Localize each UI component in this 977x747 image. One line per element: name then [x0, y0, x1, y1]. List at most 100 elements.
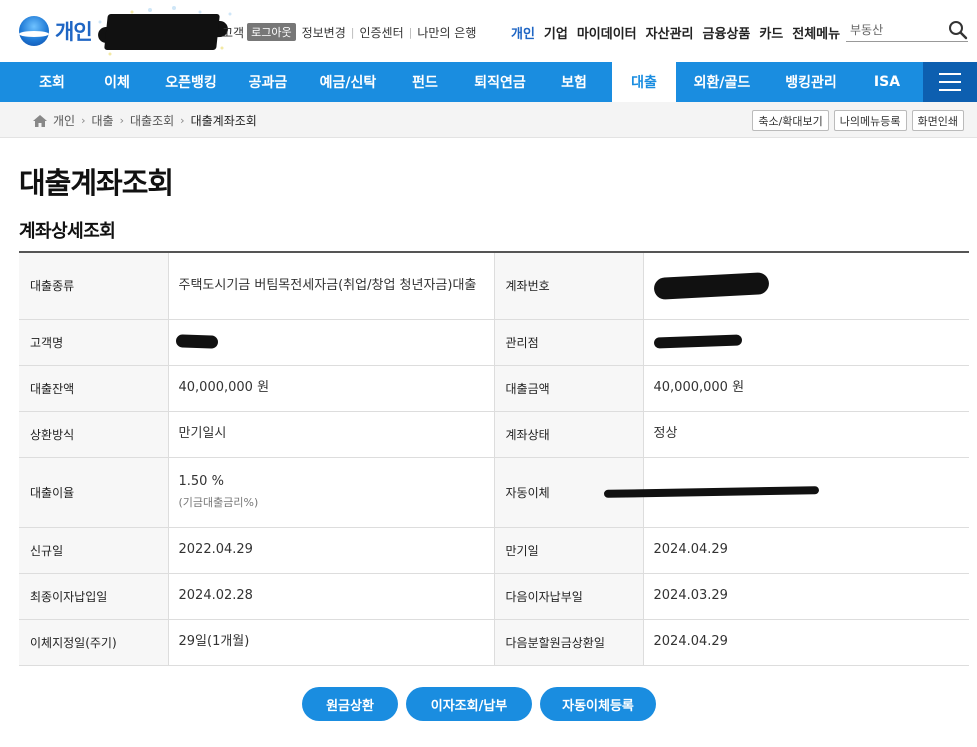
open-date-value: 2022.04.29: [168, 527, 495, 574]
cert-center-link[interactable]: 인증센터: [359, 24, 403, 41]
account-number-label: 계좌번호: [494, 252, 644, 320]
my-bank-link[interactable]: 나만의 은행: [417, 24, 476, 41]
account-status-label: 계좌상태: [494, 411, 644, 458]
search-input[interactable]: [846, 22, 942, 37]
logout-button[interactable]: 로그아웃: [247, 23, 296, 41]
divider: |: [350, 25, 355, 39]
breadcrumb-item[interactable]: 대출조회: [130, 112, 174, 129]
breadcrumb-item[interactable]: 개인: [53, 112, 75, 129]
table-row: 이체지정일(주기) 29일(1개월) 다음분할원금상환일 2024.04.29: [19, 619, 969, 666]
interest-rate-cell: 1.50 % (기금대출금리%): [168, 457, 495, 528]
table-row: 고객명 관리점: [19, 319, 969, 366]
table-row: 신규일 2022.04.29 만기일 2024.04.29: [19, 527, 969, 574]
global-nav: 조회 이체 오픈뱅킹 공과금 예금/신탁 펀드 퇴직연금 보험 대출 외환/골드…: [0, 62, 977, 102]
transfer-day-value: 29일(1개월): [168, 619, 495, 666]
page-title: 대출계좌조회: [19, 166, 174, 200]
profile-edit-link[interactable]: 정보변경: [302, 24, 346, 41]
nav-item-isa[interactable]: ISA: [854, 62, 920, 102]
loan-balance-label: 대출잔액: [19, 365, 169, 412]
repay-method-label: 상환방식: [19, 411, 169, 458]
main-link-mydata[interactable]: 마이데이터: [577, 23, 637, 42]
main-link-personal[interactable]: 개인: [511, 23, 535, 42]
last-interest-date-value: 2024.02.28: [168, 573, 495, 620]
open-date-label: 신규일: [19, 527, 169, 574]
table-row: 대출잔액 40,000,000 원 대출금액 40,000,000 원: [19, 365, 969, 412]
table-row: 상환방식 만기일시 계좌상태 정상: [19, 411, 969, 458]
account-detail-table: 대출종류 주택도시기금 버팀목전세자금(취업/창업 청년자금)대출 계좌번호 고…: [19, 251, 969, 666]
nav-item-inquiry[interactable]: 조회: [16, 62, 88, 102]
table-row: 대출이율 1.50 % (기금대출금리%) 자동이체: [19, 457, 969, 528]
chevron-right-icon: ›: [81, 114, 86, 127]
nav-item-loan[interactable]: 대출: [612, 62, 676, 102]
loan-type-label: 대출종류: [19, 252, 169, 320]
redacted-user-box: [104, 14, 220, 50]
zoom-toggle-button[interactable]: 축소/확대보기: [752, 110, 829, 131]
interest-inquiry-button[interactable]: 이자조회/납부: [406, 687, 532, 721]
divider: |: [408, 25, 413, 39]
main-link-corporate[interactable]: 기업: [544, 23, 568, 42]
redacted-branch-name: [653, 334, 742, 349]
page-tool-buttons: 축소/확대보기 나의메뉴등록 화면인쇄: [747, 110, 964, 131]
breadcrumb-bar: 개인 › 대출 › 대출조회 › 대출계좌조회 축소/확대보기 나의메뉴등록 화…: [0, 102, 977, 138]
home-icon[interactable]: [32, 114, 48, 128]
branch-value: [643, 319, 969, 366]
main-link-card[interactable]: 카드: [759, 23, 783, 42]
interest-rate-label: 대출이율: [19, 457, 169, 528]
search-box: [846, 18, 968, 42]
logo-text: 개인: [55, 20, 93, 44]
table-row: 대출종류 주택도시기금 버팀목전세자금(취업/창업 청년자금)대출 계좌번호: [19, 252, 969, 320]
branch-label: 관리점: [494, 319, 644, 366]
chevron-right-icon: ›: [180, 114, 185, 127]
logo-emblem-icon: [19, 16, 49, 46]
search-icon[interactable]: [948, 20, 968, 40]
auto-transfer-value: [603, 457, 969, 528]
last-interest-date-label: 최종이자납입일: [19, 573, 169, 620]
chevron-right-icon: ›: [119, 114, 124, 127]
nav-item-openbanking[interactable]: 오픈뱅킹: [146, 62, 236, 102]
main-link-products[interactable]: 금융상품: [703, 23, 751, 42]
redacted-account-number: [653, 271, 769, 300]
auto-transfer-register-button[interactable]: 자동이체등록: [540, 687, 656, 721]
util-partial-text: 고객: [222, 25, 245, 40]
loan-type-value: 주택도시기금 버팀목전세자금(취업/창업 청년자금)대출: [168, 252, 495, 320]
nav-item-fund[interactable]: 펀드: [396, 62, 454, 102]
bank-logo[interactable]: 개인: [19, 16, 93, 46]
next-principal-date-label: 다음분할원금상환일: [494, 619, 644, 666]
maturity-date-label: 만기일: [494, 527, 644, 574]
print-screen-button[interactable]: 화면인쇄: [911, 110, 964, 131]
loan-amount-value: 40,000,000 원: [643, 365, 969, 412]
principal-repay-button[interactable]: 원금상환: [302, 687, 398, 721]
hamburger-menu-icon[interactable]: [923, 62, 977, 102]
redacted-customer-name: [175, 334, 218, 349]
loan-balance-value: 40,000,000 원: [168, 365, 495, 412]
nav-item-deposit[interactable]: 예금/신탁: [300, 62, 396, 102]
nav-item-banking-mgmt[interactable]: 뱅킹관리: [768, 62, 854, 102]
nav-item-insurance[interactable]: 보험: [546, 62, 602, 102]
account-number-value: [643, 252, 969, 320]
next-principal-date-value: 2024.04.29: [643, 619, 969, 666]
nav-item-transfer[interactable]: 이체: [88, 62, 146, 102]
next-interest-date-value: 2024.03.29: [643, 573, 969, 620]
interest-rate-value: 1.50 %: [178, 473, 224, 489]
next-interest-date-label: 다음이자납부일: [494, 573, 644, 620]
top-header: 개인 고객 로그아웃 정보변경 | 인증센터 | 나만의 은행 개인 기업 마이…: [0, 0, 977, 62]
add-my-menu-button[interactable]: 나의메뉴등록: [833, 110, 907, 131]
main-link-all-menu[interactable]: 전체메뉴: [792, 23, 840, 42]
nav-item-pension[interactable]: 퇴직연금: [454, 62, 546, 102]
breadcrumb: 개인 › 대출 › 대출조회 › 대출계좌조회: [32, 112, 257, 129]
customer-name-value: [168, 319, 495, 366]
breadcrumb-current: 대출계좌조회: [190, 114, 257, 128]
transfer-day-label: 이체지정일(주기): [19, 619, 169, 666]
table-row: 최종이자납입일 2024.02.28 다음이자납부일 2024.03.29: [19, 573, 969, 620]
account-status-value: 정상: [643, 411, 969, 458]
breadcrumb-item[interactable]: 대출: [92, 112, 114, 129]
main-link-asset[interactable]: 자산관리: [646, 23, 694, 42]
loan-amount-label: 대출금액: [494, 365, 644, 412]
nav-item-forex[interactable]: 외환/골드: [676, 62, 768, 102]
repay-method-value: 만기일시: [168, 411, 495, 458]
maturity-date-value: 2024.04.29: [643, 527, 969, 574]
main-category-links: 개인 기업 마이데이터 자산관리 금융상품 카드 전체메뉴: [511, 23, 849, 42]
interest-rate-note: (기금대출금리%): [178, 495, 259, 509]
nav-item-bills[interactable]: 공과금: [236, 62, 300, 102]
action-buttons: 원금상환 이자조회/납부 자동이체등록: [0, 687, 977, 721]
